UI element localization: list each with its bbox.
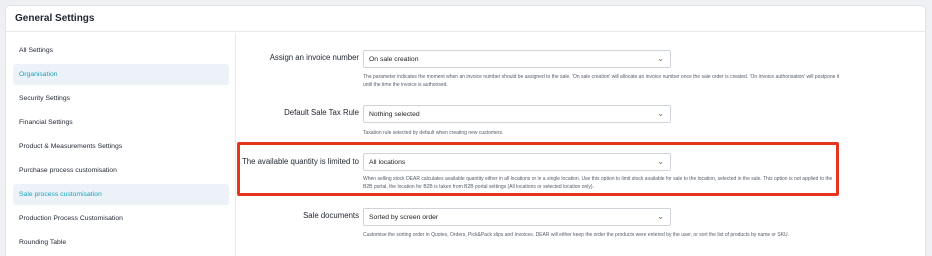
sidebar-item-sale-process[interactable]: Sale process customisation: [13, 184, 229, 205]
settings-content: Assign an invoice number On sale creatio…: [237, 33, 926, 256]
sidebar-item-financial-settings[interactable]: Financial Settings: [13, 112, 229, 133]
sidebar-item-security-settings[interactable]: Security Settings: [13, 88, 229, 109]
available-quantity-select[interactable]: All locations ⌄: [363, 153, 671, 171]
invoice-number-hint: The parameter indicates the moment when …: [363, 74, 840, 88]
available-quantity-label: The available quantity is limited to: [241, 157, 359, 166]
sidebar-item-production-process[interactable]: Production Process Customisation: [13, 208, 229, 229]
sale-documents-value: Sorted by screen order: [369, 214, 439, 221]
settings-sidebar: All Settings Organisation Security Setti…: [6, 33, 236, 256]
chevron-down-icon: ⌄: [657, 157, 664, 166]
page-title: General Settings: [6, 6, 925, 32]
invoice-number-value: On sale creation: [369, 56, 419, 63]
sidebar-item-purchase-process[interactable]: Purchase process customisation: [13, 160, 229, 181]
available-quantity-hint: When selling stock DEAR calculates avail…: [363, 176, 833, 190]
sidebar-item-product-measurements[interactable]: Product & Measurements Settings: [13, 136, 229, 157]
sale-documents-hint: Customise the sorting order in Quotes, O…: [363, 232, 790, 238]
invoice-number-select[interactable]: On sale creation ⌄: [363, 50, 671, 68]
general-settings-panel: General Settings All Settings Organisati…: [5, 5, 926, 256]
default-tax-rule-select[interactable]: Nothing selected ⌄: [363, 105, 671, 123]
sidebar-item-rounding-table[interactable]: Rounding Table: [13, 232, 229, 253]
default-tax-rule-value: Nothing selected: [369, 111, 420, 118]
sidebar-item-organisation[interactable]: Organisation: [13, 64, 229, 85]
sale-documents-select[interactable]: Sorted by screen order ⌄: [363, 208, 671, 226]
sale-documents-label: Sale documents: [303, 211, 359, 220]
chevron-down-icon: ⌄: [657, 54, 664, 63]
invoice-number-label: Assign an invoice number: [269, 53, 359, 62]
sidebar-item-all-settings[interactable]: All Settings: [13, 40, 229, 61]
chevron-down-icon: ⌄: [657, 212, 664, 221]
default-tax-rule-label: Default Sale Tax Rule: [284, 108, 359, 117]
chevron-down-icon: ⌄: [657, 109, 664, 118]
available-quantity-value: All locations: [369, 159, 406, 166]
default-tax-rule-hint: Taxation rule selected by default when c…: [363, 130, 504, 136]
